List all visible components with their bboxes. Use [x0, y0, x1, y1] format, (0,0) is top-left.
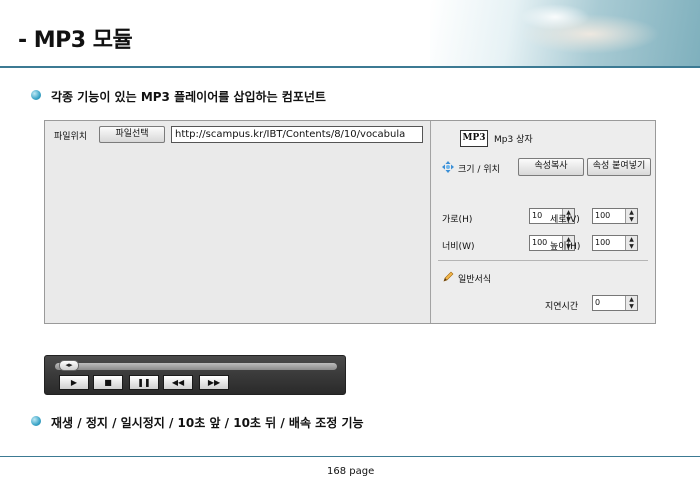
play-button[interactable]: ▶ — [59, 375, 89, 390]
x-value: 10 — [532, 211, 543, 220]
header-decorative-image — [430, 0, 700, 66]
height-stepper[interactable]: 100 ▲ ▼ — [592, 235, 638, 251]
delay-spin-buttons[interactable]: ▲ ▼ — [625, 296, 637, 310]
pause-button[interactable]: ❚❚ — [129, 375, 159, 390]
bullet-text-2: 재생 / 정지 / 일시정지 / 10초 앞 / 10초 뒤 / 배속 조정 기… — [51, 416, 364, 430]
editor-panel: 파일위치 파일선택 http://scampus.kr/IBT/Contents… — [44, 120, 656, 324]
header-divider — [0, 66, 700, 68]
y-spin-buttons[interactable]: ▲ ▼ — [625, 209, 637, 223]
page-title: - MP3 모듈 — [18, 28, 133, 53]
paste-properties-button[interactable]: 속성 붙여넣기 — [587, 158, 651, 176]
bullet-icon — [31, 90, 41, 100]
mp3-icon: MP3 — [460, 130, 488, 147]
properties-panel: MP3 Mp3 상자 크기 / 위치 속성복사 속성 붙여넣기 가로(H) 10… — [432, 121, 655, 323]
height-spin-buttons[interactable]: ▲ ▼ — [625, 236, 637, 250]
general-format-label: 일반서식 — [458, 275, 492, 285]
content-area: 파일위치 파일선택 http://scampus.kr/IBT/Contents… — [45, 121, 431, 323]
file-select-button[interactable]: 파일선택 — [99, 126, 165, 143]
pencil-icon — [443, 271, 454, 282]
bullet-text-1: 각종 기능이 있는 MP3 플레이어를 삽입하는 컴포넌트 — [51, 90, 326, 104]
height-label: 높이(H) — [550, 242, 581, 252]
y-stepper[interactable]: 100 ▲ ▼ — [592, 208, 638, 224]
width-value: 100 — [532, 238, 548, 247]
file-location-label: 파일위치 — [54, 132, 88, 142]
move-icon — [442, 161, 454, 173]
progress-thumb[interactable]: ◂▸ — [59, 360, 79, 371]
width-label: 너비(W) — [442, 242, 475, 252]
size-position-label: 크기 / 위치 — [458, 165, 500, 175]
delay-label: 지연시간 — [545, 302, 579, 312]
x-label: 가로(H) — [442, 215, 473, 225]
y-label: 세로(V) — [550, 215, 580, 225]
mp3-player: ◂▸ ▶ ■ ❚❚ ◀◀ ▶▶ — [44, 355, 346, 395]
rewind-button[interactable]: ◀◀ — [163, 375, 193, 390]
progress-track[interactable] — [55, 363, 337, 370]
delay-stepper[interactable]: 0 ▲ ▼ — [592, 295, 638, 311]
slide-header: - MP3 모듈 — [0, 0, 700, 68]
stop-button[interactable]: ■ — [93, 375, 123, 390]
forward-button[interactable]: ▶▶ — [199, 375, 229, 390]
delay-value: 0 — [595, 298, 601, 307]
bullet-icon — [31, 416, 41, 426]
section-divider — [438, 260, 648, 261]
height-value: 100 — [595, 238, 611, 247]
copy-properties-button[interactable]: 속성복사 — [518, 158, 584, 176]
component-name: Mp3 상자 — [494, 135, 533, 145]
footer-divider — [0, 456, 700, 457]
y-value: 100 — [595, 211, 611, 220]
file-url-input[interactable]: http://scampus.kr/IBT/Contents/8/10/voca… — [171, 126, 423, 143]
page-number: 168 page — [327, 466, 375, 477]
